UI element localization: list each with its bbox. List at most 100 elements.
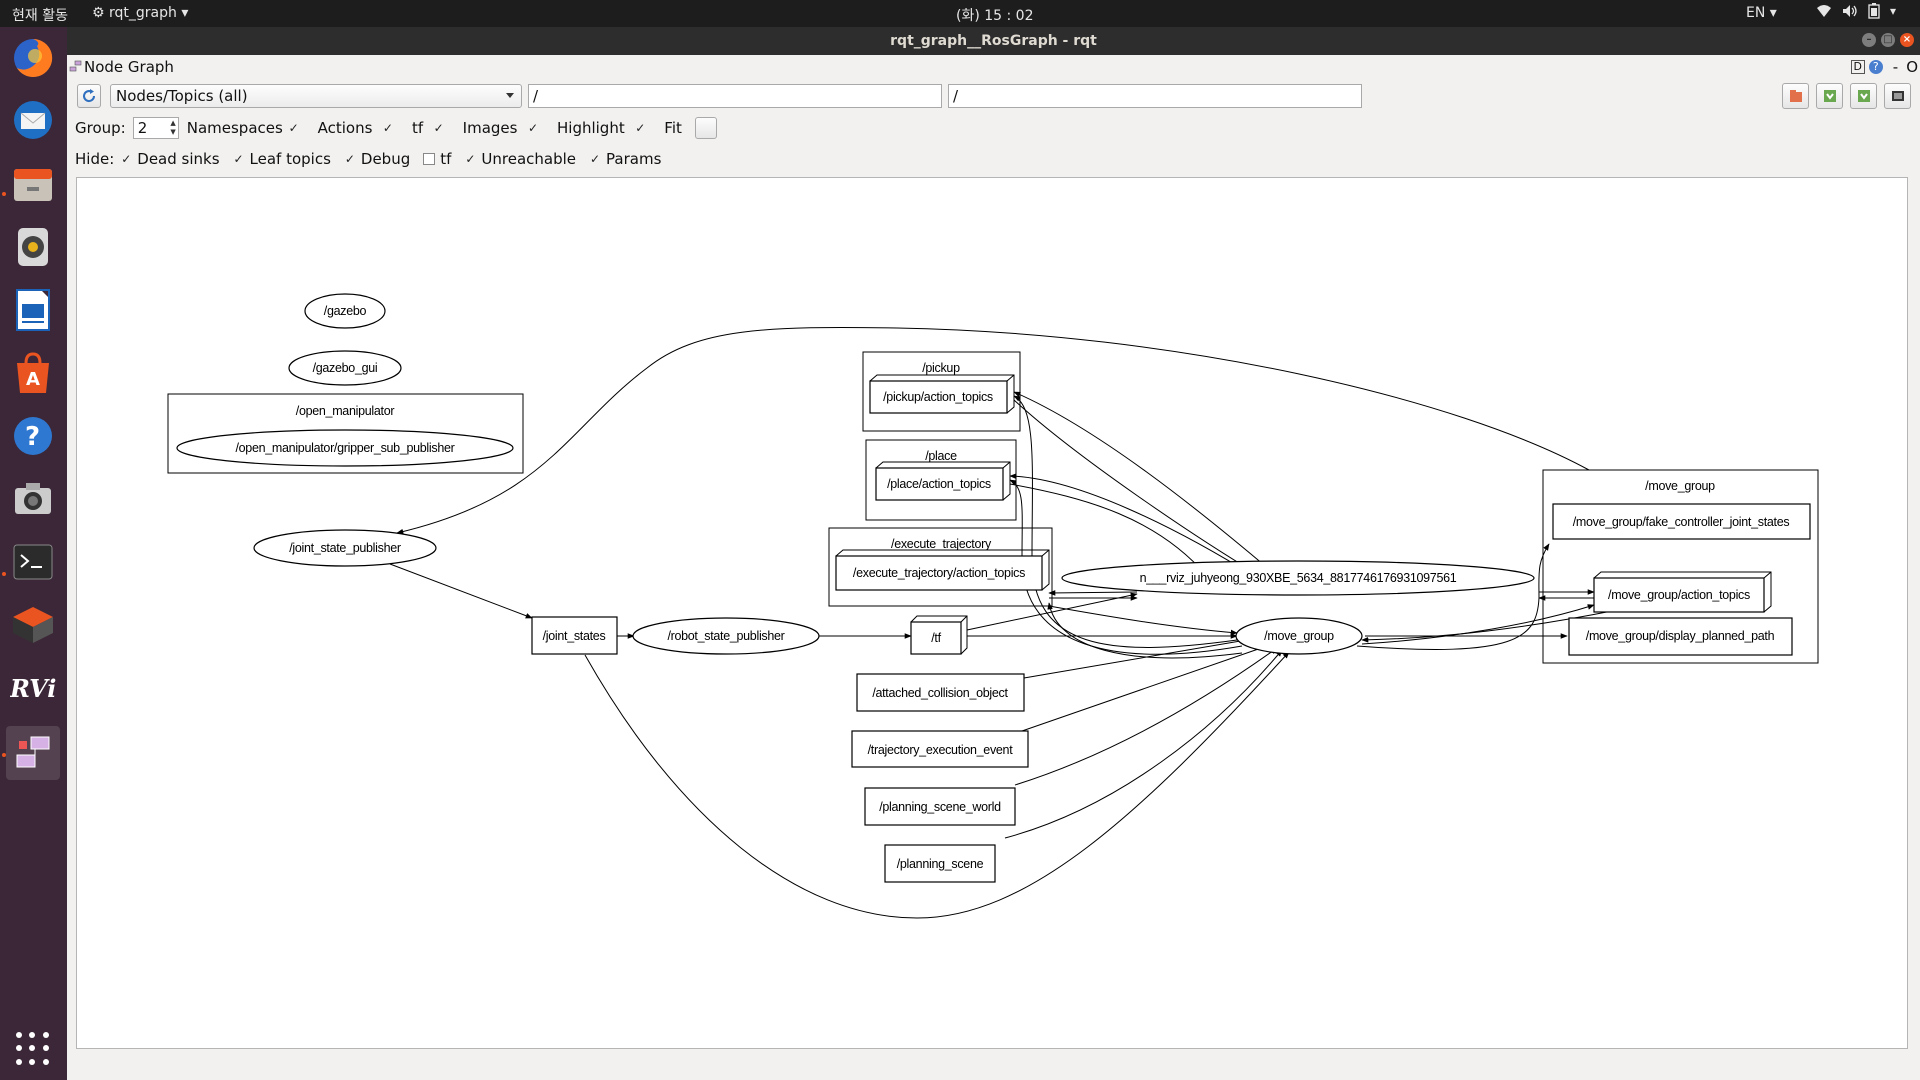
edge-jsp-to-joint-states — [389, 563, 533, 619]
window-titlebar[interactable]: rqt_graph__RosGraph - rqt – □ × — [67, 27, 1920, 55]
help-button[interactable]: ? — [1868, 60, 1883, 74]
refresh-button[interactable] — [77, 84, 101, 108]
tf-checkbox[interactable]: tf ✓ — [412, 119, 450, 137]
edge-move-group-to-pickup — [1013, 395, 1238, 648]
ros-graph[interactable]: /open_manipulator /pickup /place /execut… — [77, 178, 1907, 1048]
fit-in-view-button[interactable] — [694, 117, 717, 139]
node-planning-scene-world[interactable]: /planning_scene_world — [864, 787, 1016, 826]
node-robot-state-publisher[interactable]: /robot_state_publisher — [632, 617, 820, 655]
images-checkbox[interactable]: Images ✓ — [463, 119, 544, 137]
files-icon[interactable] — [6, 157, 60, 211]
maximize-button[interactable]: □ — [1881, 33, 1895, 47]
node-rviz[interactable]: n___rviz_juhyeong_930XBE_5634_8817746176… — [1061, 560, 1535, 596]
clock[interactable]: (화) 15 : 02 — [956, 5, 1034, 25]
battery-icon — [1868, 3, 1880, 19]
terminal-icon[interactable] — [6, 535, 60, 589]
highlight-checkbox[interactable]: Highlight ✓ — [557, 119, 651, 137]
edge-rviz-to-pickup — [1013, 391, 1278, 577]
checkbox-empty-icon — [423, 153, 436, 165]
fit-checkbox[interactable]: Fit — [664, 119, 682, 137]
actions-checkbox[interactable]: Actions ✓ — [318, 119, 399, 137]
edge-move-group-to-fake-ctrl — [1356, 543, 1550, 650]
edge-exec-to-move-group — [1048, 605, 1238, 636]
thunderbird-icon[interactable] — [6, 93, 60, 147]
dock-plugin-button[interactable]: D — [1850, 60, 1865, 74]
checkmark-icon: ✓ — [382, 121, 393, 135]
folder-icon — [1789, 90, 1802, 102]
node-filter-input[interactable]: / — [528, 84, 942, 108]
node-label: /gazebo — [324, 304, 367, 318]
rviz-icon[interactable]: RViz — [6, 661, 60, 715]
node-planning-scene[interactable]: /planning_scene — [884, 844, 996, 883]
app-menu-icon: ⚙ — [92, 5, 105, 21]
rqt-icon[interactable] — [6, 726, 60, 780]
node-gazebo[interactable]: /gazebo — [304, 293, 386, 329]
help-icon[interactable]: ? — [6, 409, 60, 463]
node-execute-trajectory-action-topics[interactable]: /execute_trajectory/action_topics — [835, 549, 1050, 591]
node-pickup-action-topics[interactable]: /pickup/action_topics — [869, 374, 1015, 414]
graph-toolbar: Nodes/Topics (all) / / — [67, 83, 1920, 111]
highlight-label: Highlight — [557, 119, 625, 137]
system-tray[interactable]: ▾ — [1816, 3, 1896, 19]
minimize-button[interactable]: – — [1862, 33, 1876, 47]
namespaces-checkbox[interactable]: Namespaces ✓ — [187, 119, 305, 137]
camera-icon[interactable] — [6, 472, 60, 526]
group-spinbox[interactable]: 2 ▲ ▼ — [132, 117, 179, 139]
chevron-down-icon — [506, 93, 514, 98]
close-button[interactable]: × — [1900, 33, 1914, 47]
edge-ps-to-move-group — [1004, 649, 1283, 839]
group-label: Group: — [75, 119, 126, 137]
firefox-icon[interactable] — [6, 31, 60, 85]
node-joint-state-publisher[interactable]: /joint_state_publisher — [253, 529, 437, 567]
node-joint-states[interactable]: /joint_states — [531, 616, 618, 655]
software-icon[interactable]: A — [6, 346, 60, 400]
graph-type-select[interactable]: Nodes/Topics (all) — [110, 84, 522, 108]
node-label: /execute_trajectory/action_topics — [853, 566, 1025, 580]
node-attached-collision-object[interactable]: /attached_collision_object — [856, 673, 1025, 712]
actions-label: Actions — [317, 119, 373, 137]
leaf-topics-checkbox[interactable]: ✓ Leaf topics — [233, 150, 331, 168]
graph-canvas[interactable]: /open_manipulator /pickup /place /execut… — [76, 177, 1908, 1049]
node-fake-controller-joint-states[interactable]: /move_group/fake_controller_joint_states — [1552, 503, 1811, 540]
dead-sinks-checkbox[interactable]: ✓ Dead sinks — [120, 150, 219, 168]
language-indicator[interactable]: EN ▾ — [1746, 5, 1777, 21]
rhythmbox-icon[interactable] — [6, 220, 60, 274]
checkmark-icon: ✓ — [288, 121, 299, 135]
hide-tf-checkbox[interactable]: tf — [423, 150, 451, 168]
params-checkbox[interactable]: ✓ Params — [589, 150, 661, 168]
node-gripper-sub-publisher[interactable]: /open_manipulator/gripper_sub_publisher — [176, 429, 514, 467]
topic-filter-input[interactable]: / — [948, 84, 1362, 108]
node-move-group-action-topics[interactable]: /move_group/action_topics — [1593, 571, 1772, 613]
save-svg-button[interactable] — [1850, 83, 1877, 109]
installer-icon[interactable] — [6, 598, 60, 652]
options-row: Group: 2 ▲ ▼ Namespaces ✓ Actions ✓ tf ✓ … — [75, 117, 717, 139]
node-tf[interactable]: /tf — [910, 615, 968, 655]
edge-move-group-to-mg-action — [1361, 604, 1595, 645]
checkmark-icon: ✓ — [635, 121, 646, 135]
writer-icon[interactable] — [6, 283, 60, 337]
cluster-label: /move_group — [1645, 479, 1715, 493]
node-gazebo-gui[interactable]: /gazebo_gui — [288, 350, 402, 386]
node-move-group[interactable]: /move_group — [1235, 617, 1363, 655]
hide-label: Hide: — [75, 150, 115, 168]
show-applications-button[interactable] — [16, 1032, 50, 1066]
load-dot-button[interactable] — [1782, 83, 1809, 109]
save-image-button[interactable] — [1884, 83, 1911, 109]
svg-text:?: ? — [25, 422, 40, 452]
app-menu[interactable]: ⚙ rqt_graph ▾ — [92, 5, 188, 21]
save-dot-button[interactable] — [1816, 83, 1843, 109]
node-trajectory-execution-event[interactable]: /trajectory_execution_event — [851, 730, 1029, 768]
checkmark-icon: ✓ — [527, 121, 539, 135]
node-display-planned-path[interactable]: /move_group/display_planned_path — [1568, 617, 1793, 656]
minimize-plugin-button[interactable]: - — [1893, 58, 1898, 76]
close-plugin-button[interactable]: O — [1906, 58, 1918, 76]
graph-type-value: Nodes/Topics (all) — [116, 87, 248, 105]
edge-fake-ctrl-to-jsp — [396, 327, 1590, 535]
node-place-action-topics[interactable]: /place/action_topics — [875, 461, 1011, 501]
unreachable-checkbox[interactable]: ✓ Unreachable — [464, 150, 576, 168]
checkmark-icon: ✓ — [433, 121, 444, 135]
cluster-label: /pickup — [922, 361, 960, 375]
spinbox-arrows-icon[interactable]: ▲ ▼ — [170, 119, 175, 137]
activities-button[interactable]: 현재 활동 — [12, 5, 68, 25]
debug-checkbox[interactable]: ✓ Debug — [344, 150, 410, 168]
